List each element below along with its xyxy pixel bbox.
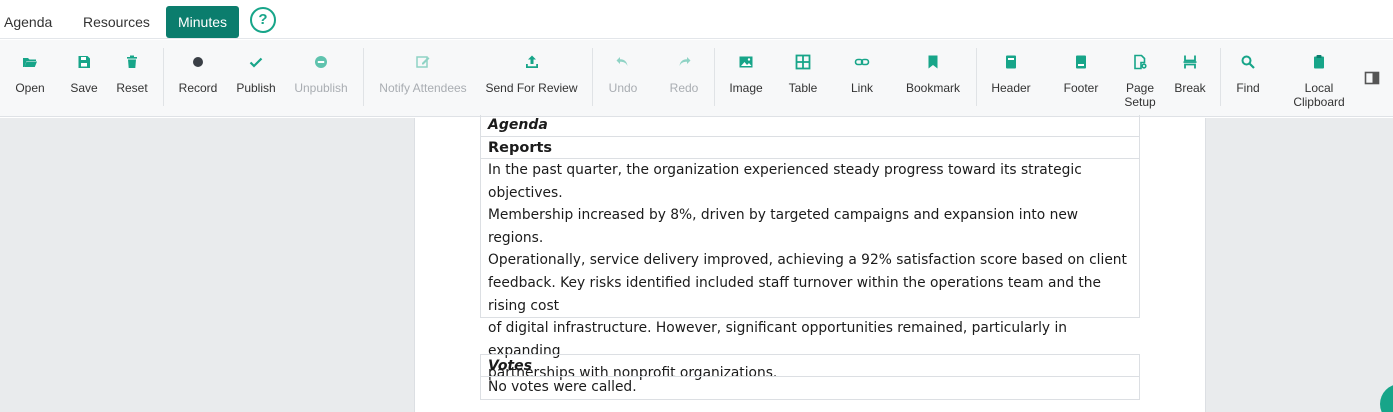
search-icon bbox=[1241, 55, 1255, 69]
find-button[interactable]: Find bbox=[1228, 40, 1268, 117]
votes-heading: Votes bbox=[480, 354, 1140, 377]
redo-icon bbox=[679, 57, 691, 66]
undo-label: Undo bbox=[608, 81, 638, 95]
undo-icon bbox=[616, 57, 628, 66]
find-label: Find bbox=[1236, 81, 1260, 95]
reset-label: Reset bbox=[116, 81, 148, 95]
notify-attendees-label: Notify Attendees bbox=[379, 81, 467, 95]
votes-body[interactable]: No votes were called. bbox=[480, 377, 1140, 400]
bookmark-button[interactable]: Bookmark bbox=[901, 40, 965, 117]
edit-note-icon bbox=[416, 56, 430, 68]
side-panel-icon bbox=[1364, 71, 1380, 85]
reports-line: Operationally, service delivery improved… bbox=[488, 252, 1127, 269]
page-setup-label-line1: Page bbox=[1125, 81, 1155, 95]
image-icon bbox=[739, 56, 753, 68]
bookmark-icon bbox=[928, 55, 938, 69]
tab-bar: Agenda Resources Minutes ? bbox=[0, 0, 1393, 39]
reports-line: feedback. Key risks identified included … bbox=[488, 274, 1101, 314]
page-break-button[interactable]: Break bbox=[1169, 40, 1211, 117]
redo-button[interactable]: Redo bbox=[662, 40, 706, 117]
reports-line: In the past quarter, the organization ex… bbox=[488, 162, 1082, 201]
toolbar-divider bbox=[976, 48, 977, 106]
save-button[interactable]: Save bbox=[62, 40, 106, 117]
record-label: Record bbox=[178, 81, 218, 95]
header-label: Header bbox=[991, 81, 1031, 95]
agenda-heading: Agenda bbox=[480, 115, 1140, 137]
open-button[interactable]: Open bbox=[8, 40, 52, 117]
unpublish-label: Unpublish bbox=[294, 81, 348, 95]
footer-icon bbox=[1076, 55, 1086, 69]
header-icon bbox=[1006, 55, 1016, 69]
header-button[interactable]: Header bbox=[986, 40, 1036, 117]
send-for-review-button[interactable]: Send For Review bbox=[480, 40, 583, 117]
save-icon bbox=[78, 56, 90, 68]
image-label: Image bbox=[729, 81, 763, 95]
send-for-review-label: Send For Review bbox=[485, 81, 578, 95]
link-icon bbox=[854, 58, 870, 66]
toolbar-divider bbox=[363, 48, 364, 106]
local-clipboard-button[interactable]: Local Clipboard bbox=[1286, 40, 1352, 117]
save-label: Save bbox=[70, 81, 98, 95]
publish-button[interactable]: Publish bbox=[232, 40, 280, 117]
unpublish-button[interactable]: Unpublish bbox=[290, 40, 352, 117]
upload-icon bbox=[525, 55, 538, 68]
local-clipboard-label-line1: Local bbox=[1304, 81, 1334, 95]
page-break-icon bbox=[1183, 55, 1197, 69]
record-icon bbox=[193, 57, 203, 67]
tab-resources[interactable]: Resources bbox=[83, 6, 150, 38]
reports-heading: Reports bbox=[480, 137, 1140, 159]
insert-link-button[interactable]: Link bbox=[840, 40, 884, 117]
toggle-panel-button[interactable] bbox=[1360, 40, 1384, 117]
minus-circle-icon bbox=[315, 56, 327, 68]
link-label: Link bbox=[850, 81, 873, 95]
insert-table-button[interactable]: Table bbox=[781, 40, 825, 117]
clipboard-icon bbox=[1314, 55, 1324, 69]
undo-button[interactable]: Undo bbox=[601, 40, 645, 117]
trash-icon bbox=[127, 55, 137, 68]
page-setup-button[interactable]: Page Setup bbox=[1117, 40, 1163, 117]
reports-body[interactable]: In the past quarter, the organization ex… bbox=[480, 159, 1140, 381]
reset-button[interactable]: Reset bbox=[110, 40, 154, 117]
tab-minutes[interactable]: Minutes bbox=[166, 6, 239, 38]
page-setup-label-line2: Setup bbox=[1124, 95, 1156, 109]
toolbar-divider bbox=[1220, 48, 1221, 106]
reports-line: Membership increased by 8%, driven by ta… bbox=[488, 207, 1079, 246]
toolbar-divider bbox=[163, 48, 164, 106]
check-icon bbox=[249, 57, 263, 68]
toolbar-divider bbox=[592, 48, 593, 106]
bookmark-label: Bookmark bbox=[905, 81, 961, 95]
table-icon bbox=[795, 54, 811, 70]
footer-label: Footer bbox=[1063, 81, 1099, 95]
insert-image-button[interactable]: Image bbox=[724, 40, 768, 117]
folder-open-icon bbox=[23, 58, 37, 67]
local-clipboard-label-line2: Clipboard bbox=[1293, 95, 1345, 109]
page-settings-icon bbox=[1134, 54, 1147, 70]
record-button[interactable]: Record bbox=[175, 40, 221, 117]
tab-agenda[interactable]: Agenda bbox=[4, 6, 52, 38]
toolbar-divider bbox=[714, 48, 715, 106]
redo-label: Redo bbox=[669, 81, 699, 95]
open-label: Open bbox=[15, 81, 45, 95]
notify-attendees-button[interactable]: Notify Attendees bbox=[373, 40, 473, 117]
publish-label: Publish bbox=[236, 81, 276, 95]
table-label: Table bbox=[788, 81, 818, 95]
toolbar: Open Save Reset Record Publish Unpublish… bbox=[0, 40, 1393, 117]
help-button[interactable]: ? bbox=[250, 7, 276, 33]
break-label: Break bbox=[1174, 81, 1206, 95]
footer-button[interactable]: Footer bbox=[1057, 40, 1105, 117]
